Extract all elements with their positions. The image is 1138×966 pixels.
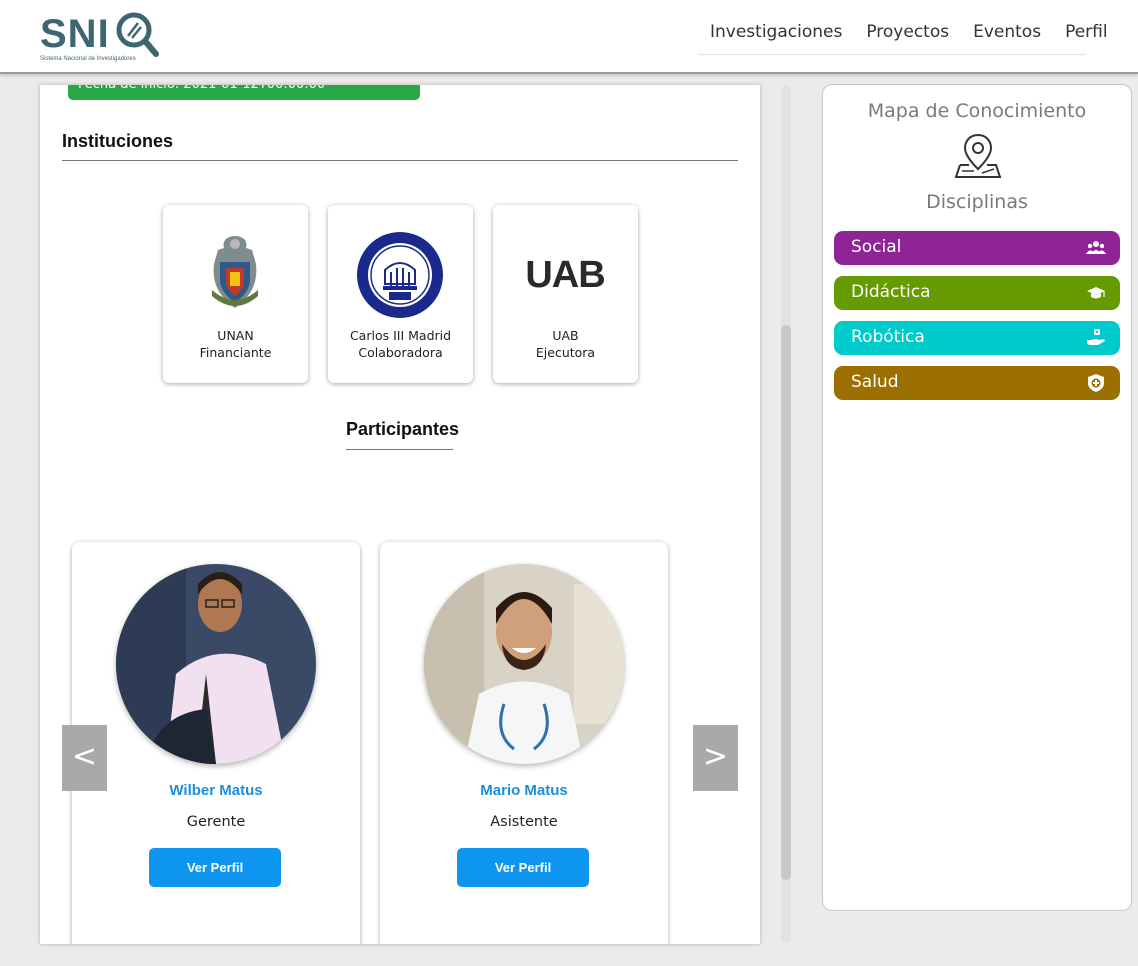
discipline-robotica[interactable]: Robótica bbox=[834, 321, 1120, 355]
map-pin-icon bbox=[954, 133, 1002, 178]
view-profile-button[interactable]: Ver Perfil bbox=[457, 848, 589, 887]
participant-role: Gerente bbox=[186, 814, 246, 830]
scrollbar-thumb[interactable] bbox=[781, 325, 791, 880]
nav-proyectos[interactable]: Proyectos bbox=[854, 14, 961, 54]
section-divider bbox=[62, 160, 738, 161]
participants-title: Participantes bbox=[346, 419, 460, 439]
discipline-salud[interactable]: Salud bbox=[834, 366, 1120, 400]
discipline-label: Robótica bbox=[851, 327, 925, 347]
discipline-social[interactable]: Social bbox=[834, 231, 1120, 265]
participant-avatar bbox=[424, 564, 624, 764]
participant-card: Wilber Matus Gerente Ver Perfil bbox=[72, 542, 360, 944]
nav-investigaciones[interactable]: Investigaciones bbox=[698, 14, 854, 54]
uab-logo: UAB bbox=[515, 229, 615, 321]
logo-text: SNI bbox=[40, 12, 110, 56]
knowledge-map-sidebar: Mapa de Conocimiento Disciplinas Social … bbox=[822, 84, 1132, 911]
sni-logo[interactable]: SNI Sistema Nacional de Investigadores bbox=[40, 8, 165, 68]
health-shield-icon bbox=[1088, 374, 1104, 392]
participant-name[interactable]: Mario Matus bbox=[380, 782, 668, 799]
participant-avatar bbox=[116, 564, 316, 764]
graduation-cap-icon bbox=[1087, 287, 1105, 299]
institution-name: Carlos III Madrid bbox=[349, 328, 452, 343]
top-header: SNI Sistema Nacional de Investigadores I… bbox=[0, 0, 1138, 74]
view-profile-button[interactable]: Ver Perfil bbox=[149, 848, 281, 887]
participant-card: Mario Matus Asistente Ver Perfil bbox=[380, 542, 668, 944]
main-nav: Investigaciones Proyectos Eventos Perfil bbox=[698, 14, 1108, 55]
nav-perfil[interactable]: Perfil bbox=[1053, 14, 1120, 54]
unan-crest-logo bbox=[185, 229, 285, 321]
discipline-label: Salud bbox=[851, 372, 899, 392]
institution-role: Financiante bbox=[199, 345, 272, 360]
people-icon bbox=[1086, 241, 1106, 254]
robot-hand-icon bbox=[1087, 329, 1105, 345]
logo-tagline: Sistema Nacional de Investigadores bbox=[40, 56, 136, 62]
participant-name[interactable]: Wilber Matus bbox=[72, 782, 360, 799]
carlos-iii-seal-logo bbox=[350, 229, 450, 321]
institution-card-carlos-iii[interactable]: Carlos III Madrid Colaboradora bbox=[328, 205, 473, 383]
page-scrollbar[interactable] bbox=[781, 85, 791, 943]
institution-name: UAB bbox=[552, 328, 579, 343]
institution-role: Colaboradora bbox=[358, 345, 443, 360]
institution-card-uab[interactable]: UAB UAB Ejecutora bbox=[493, 205, 638, 383]
start-date-badge: Fecha de inicio: 2021-01-12T00:00:00 bbox=[68, 85, 420, 100]
institution-role: Ejecutora bbox=[535, 345, 596, 360]
nav-eventos[interactable]: Eventos bbox=[961, 14, 1053, 54]
disciplines-subtitle: Disciplinas bbox=[926, 191, 1028, 213]
discipline-label: Social bbox=[851, 237, 902, 257]
sidebar-title: Mapa de Conocimiento bbox=[867, 100, 1087, 122]
discipline-label: Didáctica bbox=[851, 282, 931, 302]
carousel-next-button[interactable]: > bbox=[693, 725, 738, 791]
institutions-title: Instituciones bbox=[62, 131, 174, 151]
institution-card-unan[interactable]: UNAN Financiante bbox=[163, 205, 308, 383]
participant-role: Asistente bbox=[490, 814, 558, 830]
carousel-prev-button[interactable]: < bbox=[62, 725, 107, 791]
institution-name: UNAN bbox=[217, 328, 254, 343]
uab-logo-text: UAB bbox=[525, 253, 605, 296]
project-detail-panel: Fecha de inicio: 2021-01-12T00:00:00 Ins… bbox=[40, 85, 760, 944]
participants-divider bbox=[346, 449, 453, 450]
discipline-didactica[interactable]: Didáctica bbox=[834, 276, 1120, 310]
